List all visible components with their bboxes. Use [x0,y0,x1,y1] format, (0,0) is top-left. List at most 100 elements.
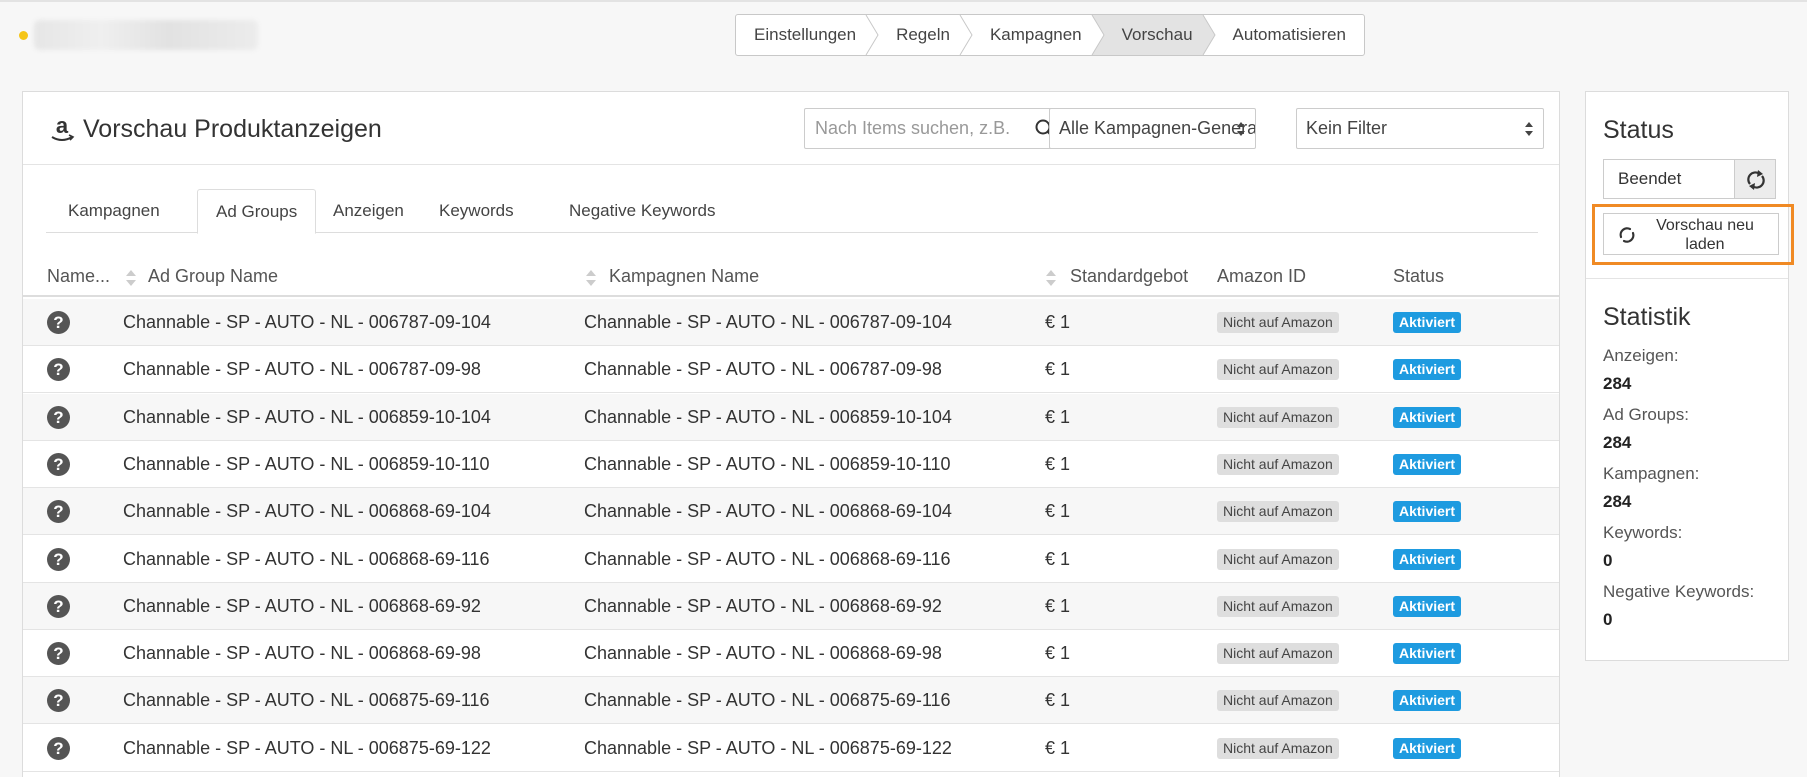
search-box [804,108,1065,149]
amazon-id-badge: Nicht auf Amazon [1217,548,1339,570]
preview-tabs: Kampagnen Ad Groups Anzeigen Keywords Ne… [46,189,1538,234]
campaign-name-cell: Channable - SP - AUTO - NL - 006875-69-1… [584,690,951,711]
question-circle-icon[interactable]: ? [47,736,70,760]
bid-cell: € 1 [1045,548,1071,569]
question-circle-icon[interactable]: ? [47,452,70,476]
tab-anzeigen[interactable]: Anzeigen [315,189,422,233]
column-amazon-id: Amazon ID [1217,266,1307,286]
step-einstellungen[interactable]: Einstellungen [736,15,879,55]
question-circle-icon[interactable]: ? [47,311,70,334]
table-row[interactable]: ? Channable - SP - AUTO - NL - 006875-69-… [23,677,1559,725]
bid-cell: € 1 [1045,312,1071,332]
step-vorschau[interactable]: Vorschau [1097,15,1221,55]
svg-text:a: a [56,114,69,138]
ad-group-name-cell: Channable - SP - AUTO - NL - 006868-69-1… [123,501,491,522]
table-row[interactable]: ? Channable - SP - AUTO - NL - 006868-69-… [23,488,1559,536]
tab-keywords[interactable]: Keywords [421,189,532,233]
generator-select[interactable]: Alle Kampagnen-Generatoren [1049,108,1256,149]
column-name[interactable]: Name... [47,255,110,297]
step-separator [1085,15,1110,55]
tab-ad-groups[interactable]: Ad Groups [197,189,317,234]
table-row[interactable]: ? Channable - SP - AUTO - NL - 006787-09-… [23,346,1559,394]
stat-item: Keywords: 0 [1603,523,1682,571]
status-badge: Aktiviert [1393,453,1462,475]
status-badge: Aktiviert [1393,501,1462,523]
refresh-status-button[interactable] [1734,159,1776,199]
amazon-id-badge: Nicht auf Amazon [1217,312,1339,333]
bid-cell: € 1 [1045,501,1071,522]
reload-preview-button[interactable]: Vorschau neu laden [1603,213,1779,255]
stats-title: Statistik [1603,303,1691,331]
sort-icon[interactable] [125,268,137,288]
table-row[interactable]: ? Channable - SP - AUTO - NL - 006868-69-… [23,536,1559,583]
column-campaign-name[interactable]: Kampagnen Name [609,255,759,297]
campaign-name-cell: Channable - SP - AUTO - NL - 006868-69-9… [584,595,942,616]
campaign-name-cell: Channable - SP - AUTO - NL - 006868-69-1… [584,548,951,569]
search-input[interactable] [805,109,1015,148]
bid-cell: € 1 [1045,359,1071,380]
stat-label: Keywords: [1603,523,1683,542]
campaign-name-cell: Channable - SP - AUTO - NL - 006859-10-1… [584,406,952,427]
table-row[interactable]: ? Channable - SP - AUTO - NL - 006868-69-… [23,630,1559,678]
table-row[interactable]: ? Channable - SP - AUTO - NL - 006868-69-… [23,582,1559,630]
sort-icon[interactable] [585,268,597,288]
campaign-name-cell: Channable - SP - AUTO - NL - 006868-69-1… [584,501,952,522]
campaign-name-cell: Channable - SP - AUTO - NL - 006868-69-9… [584,643,942,664]
spinner-icon [1619,227,1635,243]
ad-group-name-cell: Channable - SP - AUTO - NL - 006875-69-1… [123,737,491,758]
filter-select[interactable]: Kein Filter [1296,108,1544,149]
question-circle-icon[interactable]: ? [47,689,70,713]
question-circle-icon[interactable]: ? [47,405,70,429]
bid-cell: € 1 [1045,643,1071,664]
status-badge: Aktiviert [1393,737,1462,759]
column-ad-group-name[interactable]: Ad Group Name [148,255,278,297]
stat-label: Anzeigen: [1603,346,1679,365]
question-circle-icon[interactable]: ? [47,547,70,571]
sort-icon[interactable] [1045,268,1057,288]
bid-cell: € 1 [1045,690,1071,711]
stat-item: Negative Keywords: 0 [1603,582,1754,630]
sort-caret-icon [1525,122,1533,136]
amazon-id-badge: Nicht auf Amazon [1217,595,1339,617]
tab-negative-keywords[interactable]: Negative Keywords [551,189,733,233]
tab-kampagnen[interactable]: Kampagnen [50,189,178,233]
table-row[interactable]: ? Channable - SP - AUTO - NL - 006859-10-… [23,441,1559,488]
table-row[interactable]: ? Channable - SP - AUTO - NL - 006875-69-… [23,725,1559,772]
amazon-id-badge: Nicht auf Amazon [1217,453,1339,475]
step-automatisieren[interactable]: Automatisieren [1209,15,1364,55]
ad-group-name-cell: Channable - SP - AUTO - NL - 006859-10-1… [123,406,491,427]
amazon-id-badge: Nicht auf Amazon [1217,737,1339,759]
stat-value: 284 [1603,492,1632,511]
stat-item: Kampagnen: 284 [1603,464,1699,512]
stat-item: Anzeigen: 284 [1603,346,1679,394]
stat-value: 0 [1603,610,1613,629]
amazon-id-badge: Nicht auf Amazon [1217,643,1339,665]
question-circle-icon[interactable]: ? [47,358,70,382]
table-header: Name... Ad Group Name Kampagnen Name Sta… [23,255,1559,297]
stat-value: 284 [1603,374,1632,393]
top-bar: Einstellungen Regeln Kampagnen Vorschau … [0,0,1807,66]
status-badge: Aktiviert [1393,406,1462,428]
step-separator [860,15,884,55]
question-circle-icon[interactable]: ? [47,500,70,524]
page-title: Vorschau Produktanzeigen [83,115,382,143]
status-badge: Aktiviert [1393,548,1462,570]
ad-group-name-cell: Channable - SP - AUTO - NL - 006868-69-1… [123,548,490,569]
step-separator [1196,15,1221,55]
status-panel: Status Beendet Vorschau neu laden Statis… [1585,91,1794,661]
stat-item: Ad Groups: 284 [1603,405,1689,453]
amazon-id-badge: Nicht auf Amazon [1217,501,1339,523]
status-badge: Aktiviert [1393,359,1462,381]
question-circle-icon[interactable]: ? [47,594,70,618]
column-standardgebot[interactable]: Standardgebot [1070,255,1188,297]
ad-group-name-cell: Channable - SP - AUTO - NL - 006868-69-9… [123,595,481,616]
table-row[interactable]: ? Channable - SP - AUTO - NL - 006787-09-… [23,299,1559,346]
step-separator [954,15,978,55]
ad-group-name-cell: Channable - SP - AUTO - NL - 006868-69-9… [123,643,481,664]
status-badge: Aktiviert [1393,643,1462,665]
step-regeln[interactable]: Regeln [872,15,973,55]
stat-label: Negative Keywords: [1603,582,1755,601]
question-circle-icon[interactable]: ? [47,642,70,666]
table-row[interactable]: ? Channable - SP - AUTO - NL - 006859-10-… [23,393,1559,441]
step-kampagnen[interactable]: Kampagnen [966,15,1110,55]
